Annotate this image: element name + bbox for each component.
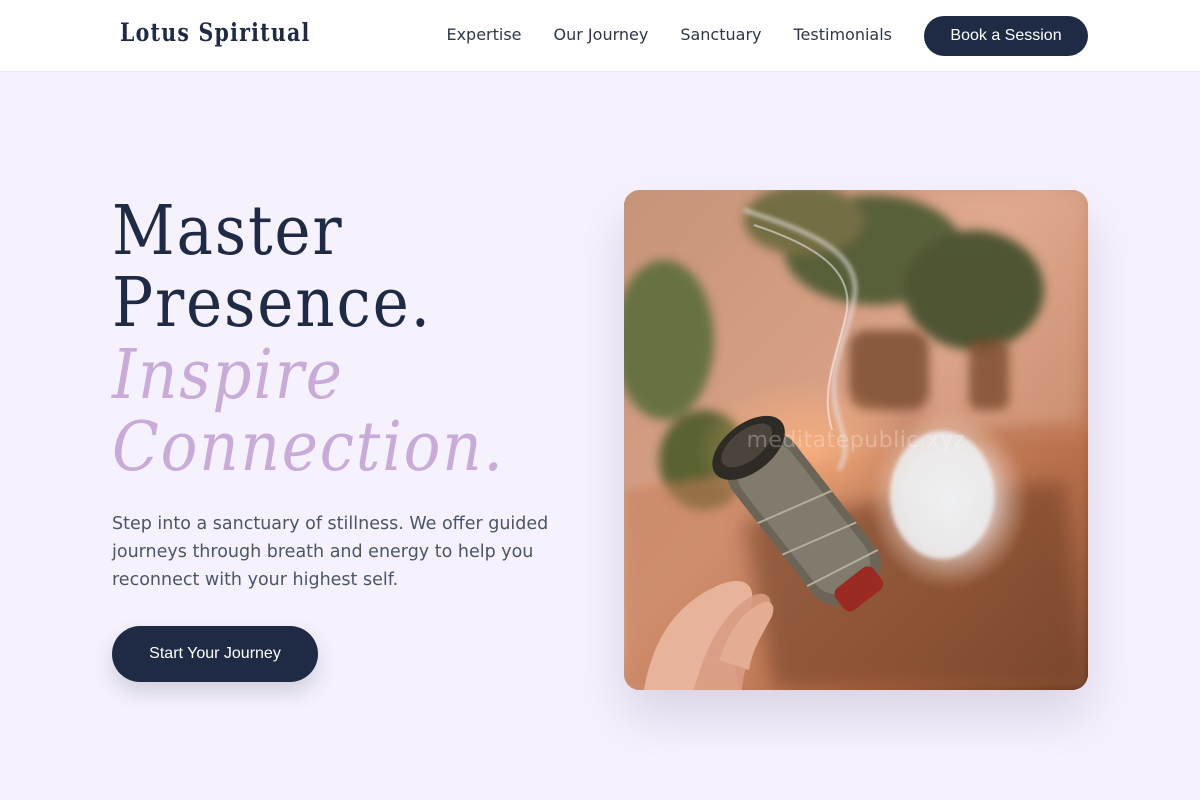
hero-title: Master Presence. Inspire Connection. [112,196,505,484]
top-navbar: Lotus Spiritual Expertise Our Journey Sa… [0,0,1200,72]
hero-title-line-2: Presence. [112,264,432,343]
nav-link-testimonials[interactable]: Testimonials [794,24,893,46]
nav-link-sanctuary[interactable]: Sanctuary [680,24,761,46]
hero-title-line-3: Inspire [112,336,344,415]
hero-image: meditatepublic.xyz [624,190,1088,690]
hero-title-line-1: Master [112,192,344,271]
start-journey-button[interactable]: Start Your Journey [112,626,318,682]
brand-logo[interactable]: Lotus Spiritual [120,18,311,47]
nav-link-expertise[interactable]: Expertise [446,24,521,46]
book-session-button[interactable]: Book a Session [924,16,1088,56]
nav-link-our-journey[interactable]: Our Journey [554,24,649,46]
hero-title-line-4: Connection. [112,408,505,487]
nav-links: Expertise Our Journey Sanctuary Testimon… [446,24,892,46]
hero-description: Step into a sanctuary of stillness. We o… [112,514,549,590]
image-watermark: meditatepublic.xyz [746,428,966,453]
